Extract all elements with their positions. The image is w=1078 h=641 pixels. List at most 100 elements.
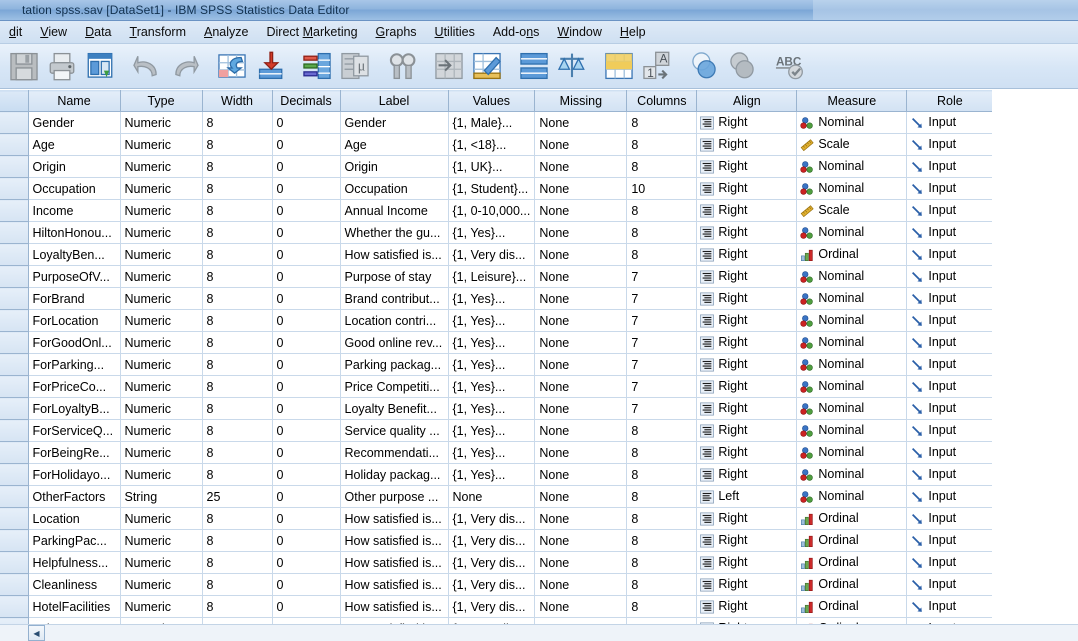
cell-width[interactable]: 25 — [202, 486, 272, 508]
value-labels-icon[interactable]: A1 — [638, 47, 676, 85]
cell-values[interactable]: {1, Yes}... — [448, 310, 535, 332]
cell-role[interactable]: Input — [907, 376, 993, 398]
cell-align[interactable]: Right — [697, 376, 797, 398]
cell-type[interactable]: Numeric — [120, 222, 202, 244]
cell-missing[interactable]: None — [535, 112, 627, 134]
cell-role[interactable]: Input — [907, 112, 993, 134]
cell-decimals[interactable]: 0 — [272, 552, 340, 574]
column-header-role[interactable]: Role — [907, 91, 993, 112]
cell-values[interactable]: {1, Very dis... — [448, 530, 535, 552]
cell-name[interactable]: ParkingPac... — [28, 530, 120, 552]
cell-width[interactable]: 8 — [202, 178, 272, 200]
cell-columns[interactable]: 8 — [627, 222, 697, 244]
menu-item-analyze[interactable]: Analyze — [195, 22, 257, 43]
row-number[interactable] — [0, 222, 28, 244]
menu-item-window[interactable]: Window — [548, 22, 610, 43]
cell-align[interactable]: Right — [697, 464, 797, 486]
row-number[interactable] — [0, 442, 28, 464]
cell-measure[interactable]: Nominal — [797, 486, 907, 508]
use-variable-sets-icon[interactable] — [685, 47, 723, 85]
cell-measure[interactable]: Nominal — [797, 178, 907, 200]
cell-role[interactable]: Input — [907, 288, 993, 310]
cell-name[interactable]: ForBrand — [28, 288, 120, 310]
cell-columns[interactable]: 8 — [627, 112, 697, 134]
cell-name[interactable]: ForServiceQ... — [28, 420, 120, 442]
cell-values[interactable]: {1, Very dis... — [448, 552, 535, 574]
find-icon[interactable] — [383, 47, 421, 85]
cell-type[interactable]: Numeric — [120, 574, 202, 596]
cell-label[interactable]: Gender — [340, 112, 448, 134]
cell-role[interactable]: Input — [907, 464, 993, 486]
table-row[interactable]: HiltonHonou...Numeric80Whether the gu...… — [0, 222, 993, 244]
table-row[interactable]: ParkingPac...Numeric80How satisfied is..… — [0, 530, 993, 552]
run-descriptives-icon[interactable]: μ — [336, 47, 374, 85]
cell-label[interactable]: Origin — [340, 156, 448, 178]
cell-type[interactable]: Numeric — [120, 332, 202, 354]
table-row[interactable]: IncomeNumeric80Annual Income{1, 0-10,000… — [0, 200, 993, 222]
cell-columns[interactable]: 7 — [627, 376, 697, 398]
cell-width[interactable]: 8 — [202, 332, 272, 354]
cell-missing[interactable]: None — [535, 596, 627, 618]
cell-decimals[interactable]: 0 — [272, 288, 340, 310]
cell-columns[interactable]: 8 — [627, 552, 697, 574]
cell-columns[interactable]: 8 — [627, 200, 697, 222]
cell-columns[interactable]: 7 — [627, 332, 697, 354]
menu-item-view[interactable]: View — [31, 22, 76, 43]
table-row[interactable]: GenderNumeric80Gender{1, Male}...None8Ri… — [0, 112, 993, 134]
cell-role[interactable]: Input — [907, 574, 993, 596]
cell-align[interactable]: Right — [697, 398, 797, 420]
cell-role[interactable]: Input — [907, 244, 993, 266]
table-row[interactable]: ForLoyaltyB...Numeric80Loyalty Benefit..… — [0, 398, 993, 420]
cell-type[interactable]: Numeric — [120, 596, 202, 618]
cell-measure[interactable]: Nominal — [797, 156, 907, 178]
cell-label[interactable]: Whether the gu... — [340, 222, 448, 244]
cell-missing[interactable]: None — [535, 574, 627, 596]
cell-measure[interactable]: Nominal — [797, 376, 907, 398]
cell-role[interactable]: Input — [907, 266, 993, 288]
cell-values[interactable]: {1, Very dis... — [448, 574, 535, 596]
cell-decimals[interactable]: 0 — [272, 464, 340, 486]
cell-values[interactable]: {1, Very dis... — [448, 244, 535, 266]
row-number[interactable] — [0, 398, 28, 420]
cell-label[interactable]: Price Competiti... — [340, 376, 448, 398]
row-number[interactable] — [0, 486, 28, 508]
cell-name[interactable]: Occupation — [28, 178, 120, 200]
cell-width[interactable]: 8 — [202, 288, 272, 310]
cell-align[interactable]: Right — [697, 244, 797, 266]
cell-role[interactable]: Input — [907, 486, 993, 508]
print-icon[interactable] — [43, 47, 81, 85]
cell-name[interactable]: PurposeOfV... — [28, 266, 120, 288]
cell-values[interactable]: {1, Yes}... — [448, 222, 535, 244]
cell-measure[interactable]: Nominal — [797, 420, 907, 442]
column-header-missing[interactable]: Missing — [535, 91, 627, 112]
cell-align[interactable]: Right — [697, 310, 797, 332]
column-header-width[interactable]: Width — [202, 91, 272, 112]
cell-decimals[interactable]: 0 — [272, 178, 340, 200]
row-number[interactable] — [0, 530, 28, 552]
cell-missing[interactable]: None — [535, 376, 627, 398]
cell-type[interactable]: String — [120, 486, 202, 508]
menu-item-transform[interactable]: Transform — [121, 22, 196, 43]
cell-label[interactable]: Location contri... — [340, 310, 448, 332]
row-number[interactable] — [0, 266, 28, 288]
cell-values[interactable]: {1, <18}... — [448, 134, 535, 156]
table-row[interactable]: Helpfulness...Numeric80How satisfied is.… — [0, 552, 993, 574]
cell-columns[interactable]: 8 — [627, 508, 697, 530]
cell-measure[interactable]: Ordinal — [797, 508, 907, 530]
redo-icon[interactable] — [166, 47, 204, 85]
cell-decimals[interactable]: 0 — [272, 266, 340, 288]
cell-align[interactable]: Right — [697, 508, 797, 530]
cell-type[interactable]: Numeric — [120, 552, 202, 574]
row-number[interactable] — [0, 310, 28, 332]
menu-item-utilities[interactable]: Utilities — [426, 22, 484, 43]
cell-missing[interactable]: None — [535, 244, 627, 266]
variable-view-grid[interactable]: Name Type Width Decimals Label Values Mi… — [0, 90, 1078, 641]
menu-item-dit[interactable]: dit — [0, 22, 31, 43]
cell-measure[interactable]: Ordinal — [797, 574, 907, 596]
cell-decimals[interactable]: 0 — [272, 134, 340, 156]
cell-name[interactable]: HiltonHonou... — [28, 222, 120, 244]
cell-missing[interactable]: None — [535, 222, 627, 244]
cell-type[interactable]: Numeric — [120, 508, 202, 530]
cell-missing[interactable]: None — [535, 266, 627, 288]
cell-values[interactable]: {1, Very dis... — [448, 508, 535, 530]
